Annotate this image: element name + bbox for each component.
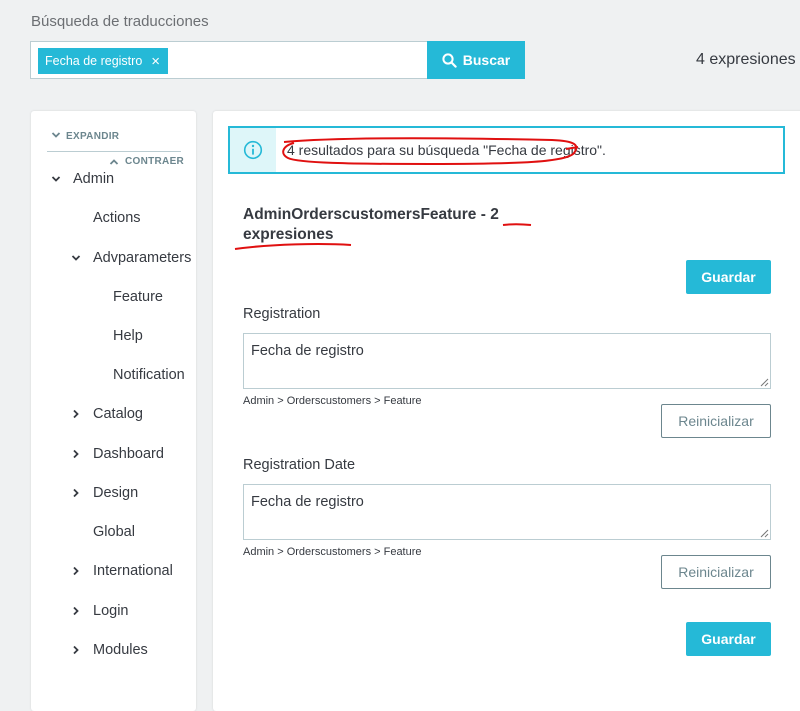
search-tag-label: Fecha de registro <box>45 54 143 68</box>
total-expressions-count: 4 expresiones <box>696 51 796 68</box>
alert-icon-area <box>230 128 276 172</box>
reset-button[interactable]: Reinicializar <box>661 404 771 438</box>
tree-item-actions[interactable]: Actions <box>93 210 141 226</box>
translations-panel: 4 resultados para su búsqueda "Fecha de … <box>213 111 800 711</box>
collapse-all-label: CONTRAER <box>125 156 185 167</box>
chevron-right-icon <box>71 645 81 655</box>
tree-item-label: Global <box>93 524 135 540</box>
tree-item-label: Login <box>93 603 129 619</box>
tree-item-dashboard[interactable]: Dashboard <box>73 446 164 462</box>
tree-item-notification[interactable]: Notification <box>113 367 185 383</box>
tree-item-label: Catalog <box>93 406 143 422</box>
search-title: Búsqueda de traducciones <box>31 13 209 30</box>
tree-item-international[interactable]: International <box>73 563 173 579</box>
save-button[interactable]: Guardar <box>686 260 771 294</box>
domain-title: AdminOrderscustomersFeature - 2 expresio… <box>243 205 543 245</box>
reset-button[interactable]: Reinicializar <box>661 555 771 589</box>
tree-item-feature[interactable]: Feature <box>113 289 163 305</box>
tree-item-login[interactable]: Login <box>73 603 129 619</box>
tree-item-label: Notification <box>113 367 185 383</box>
chevron-down-icon <box>51 131 61 139</box>
chevron-right-icon <box>71 566 81 576</box>
search-icon <box>442 52 457 68</box>
chevron-down-icon <box>51 174 61 184</box>
tree-item-label: Design <box>93 485 139 501</box>
tree-item-label: Modules <box>93 642 148 658</box>
tree-item-advparameters[interactable]: Advparameters <box>71 250 192 266</box>
resize-handle-icon[interactable] <box>760 529 769 538</box>
translation-textarea[interactable]: Fecha de registro <box>243 333 771 389</box>
search-tag: Fecha de registro × <box>38 48 169 74</box>
alert-message: 4 resultados para su búsqueda "Fecha de … <box>287 142 606 158</box>
translation-value: Fecha de registro <box>251 494 364 510</box>
info-circle-icon <box>243 140 263 160</box>
collapse-all-button[interactable]: CONTRAER <box>109 156 184 167</box>
chevron-right-icon <box>71 409 81 419</box>
translation-value: Fecha de registro <box>251 343 364 359</box>
tree-item-design[interactable]: Design <box>73 485 139 501</box>
tree-item-label: Advparameters <box>93 250 192 266</box>
close-icon[interactable]: × <box>151 54 160 69</box>
search-button-label: Buscar <box>462 52 511 68</box>
save-button[interactable]: Guardar <box>686 622 771 656</box>
tree-item-label: Admin <box>73 171 115 187</box>
tree-item-catalog[interactable]: Catalog <box>73 406 143 422</box>
chevron-right-icon <box>71 606 81 616</box>
search-results-alert: 4 resultados para su búsqueda "Fecha de … <box>228 126 785 174</box>
tree-item-modules[interactable]: Modules <box>73 642 148 658</box>
translation-label: Registration Date <box>243 457 356 473</box>
tree-item-help[interactable]: Help <box>113 328 143 344</box>
expand-all-button[interactable]: EXPANDIR <box>47 131 181 152</box>
resize-handle-icon[interactable] <box>760 378 769 387</box>
translation-textarea[interactable]: Fecha de registro <box>243 484 771 540</box>
tree-item-label: International <box>93 563 173 579</box>
translation-path: Admin > Orderscustomers > Feature <box>243 395 422 407</box>
domain-tree-sidebar: EXPANDIR CONTRAER Admin Actions Advparam… <box>31 111 196 711</box>
translation-label: Registration <box>243 306 321 322</box>
tree-item-label: Actions <box>93 210 141 226</box>
tree-item-label: Help <box>113 328 143 344</box>
tree-item-admin[interactable]: Admin <box>51 171 115 187</box>
search-input[interactable]: Fecha de registro × <box>30 41 427 79</box>
chevron-up-icon <box>109 158 119 166</box>
search-button[interactable]: Buscar <box>427 41 525 79</box>
chevron-right-icon <box>71 449 81 459</box>
translation-path: Admin > Orderscustomers > Feature <box>243 546 422 558</box>
tree-item-global[interactable]: Global <box>93 524 135 540</box>
domain-title-count: expresiones <box>243 226 334 243</box>
expand-all-label: EXPANDIR <box>66 131 120 142</box>
chevron-right-icon <box>71 488 81 498</box>
tree-item-label: Dashboard <box>93 446 164 462</box>
tree-item-label: Feature <box>113 289 163 305</box>
domain-title-name: AdminOrderscustomersFeature - 2 <box>243 206 499 223</box>
chevron-down-icon <box>71 253 81 263</box>
